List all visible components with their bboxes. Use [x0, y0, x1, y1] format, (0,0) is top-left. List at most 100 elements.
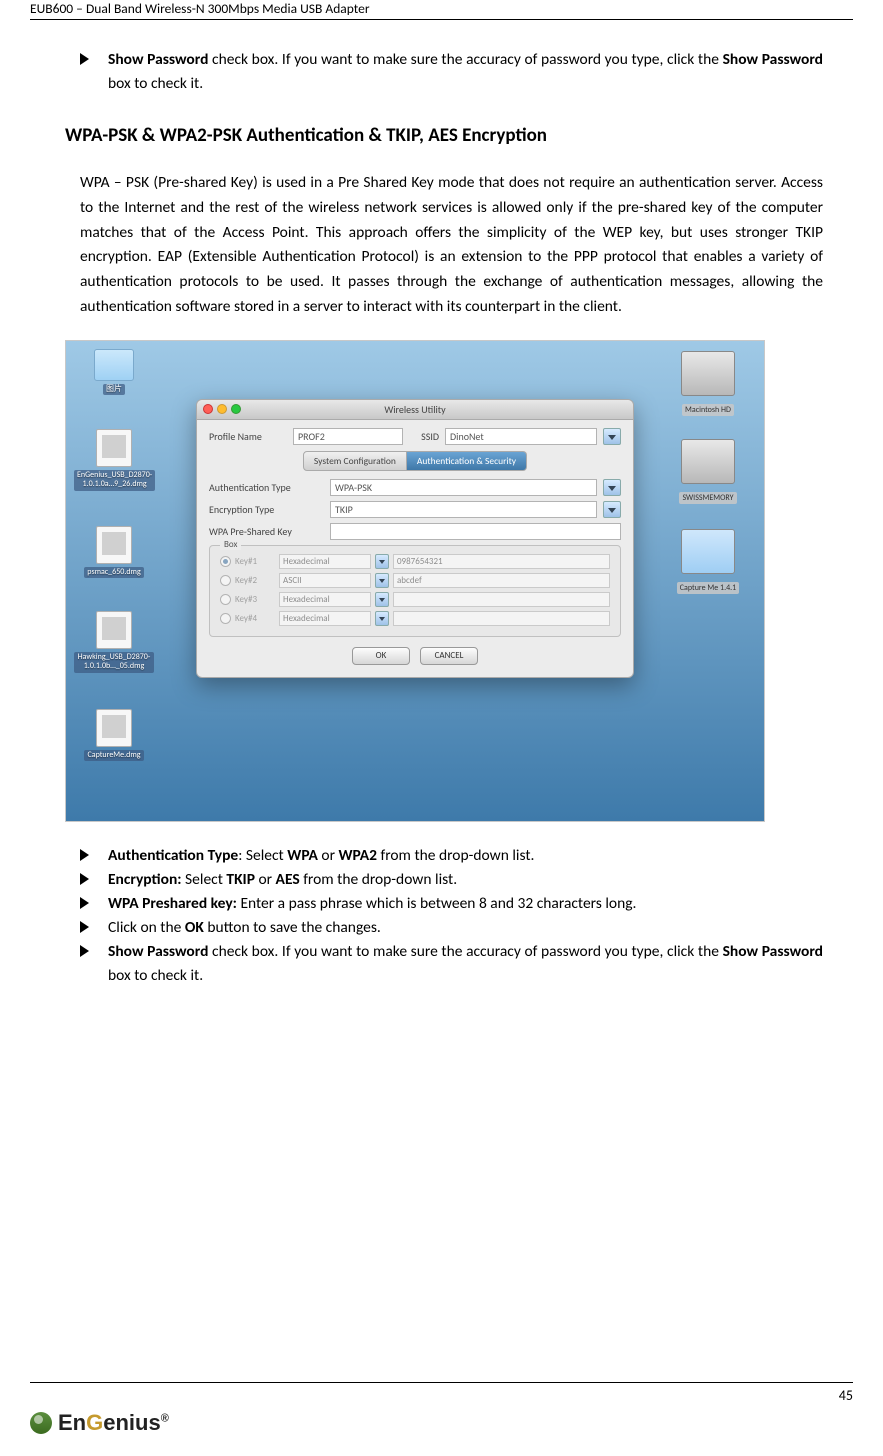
- text: from the drop-down list.: [377, 846, 534, 865]
- key-mode-dropdown-button[interactable]: [375, 592, 389, 607]
- wireless-utility-dialog: Wireless Utility Profile Name PROF2 SSID…: [196, 399, 634, 678]
- text: Select: [182, 870, 227, 889]
- wep-key-row: Key#2 ASCII abcdef: [220, 573, 610, 588]
- dmg-icon: [96, 709, 132, 747]
- minimize-icon[interactable]: [217, 404, 227, 414]
- key-mode-select[interactable]: Hexadecimal: [279, 554, 371, 569]
- enc-dropdown-button[interactable]: [603, 501, 621, 518]
- embedded-screenshot: 图片 EnGenius_USB_D2870-1.0.1.0a…9_26.dmg …: [65, 340, 765, 822]
- key-mode-select[interactable]: ASCII: [279, 573, 371, 588]
- desktop-dmg-icon[interactable]: Hawking_USB_D2870-1.0.1.0b…_05.dmg: [74, 611, 154, 673]
- desktop-drive-icon[interactable]: SWISSMEMORY: [658, 439, 758, 505]
- key-mode-dropdown-button[interactable]: [375, 573, 389, 588]
- psk-field[interactable]: [330, 523, 621, 540]
- desktop-dmg-icon[interactable]: psmac_650.dmg: [74, 526, 154, 579]
- logo-part: G: [86, 1410, 103, 1435]
- text: Enter a pass phrase which is between 8 a…: [237, 894, 637, 913]
- wep-key-box: Box Key#1Hexadecimal0987654321Key#2ASCII…: [209, 545, 621, 637]
- profile-name-label: Profile Name: [209, 430, 287, 443]
- bullet-encryption: Encryption: Select TKIP or AES from the …: [80, 868, 823, 892]
- bold-text: WPA Preshared key:: [108, 894, 237, 913]
- icon-label: Macintosh HD: [682, 404, 734, 416]
- dmg-icon: [96, 611, 132, 649]
- text: button to save the changes.: [204, 918, 381, 937]
- key-mode-dropdown-button[interactable]: [375, 611, 389, 626]
- bold-text: OK: [185, 918, 204, 937]
- icon-label: CaptureMe.dmg: [84, 750, 143, 762]
- text: from the drop-down list.: [300, 870, 457, 889]
- wep-key-row: Key#1 Hexadecimal 0987654321: [220, 554, 610, 569]
- psk-row: WPA Pre-Shared Key: [209, 523, 621, 540]
- tab-auth-security[interactable]: Authentication & Security: [407, 451, 527, 471]
- auth-dropdown-button[interactable]: [603, 479, 621, 496]
- key-label: Key#2: [235, 575, 275, 586]
- text: box to check it.: [108, 966, 203, 985]
- cancel-button[interactable]: CANCEL: [420, 647, 478, 665]
- hdd-icon: [681, 351, 735, 396]
- icon-label: 图片: [103, 384, 125, 396]
- key-value-input[interactable]: abcdef: [393, 573, 610, 588]
- key-radio[interactable]: [220, 613, 231, 624]
- document-header: EUB600 – Dual Band Wireless-N 300Mbps Me…: [30, 0, 853, 20]
- dialog-titlebar[interactable]: Wireless Utility: [197, 400, 633, 420]
- tab-system-config[interactable]: System Configuration: [303, 451, 407, 471]
- key-mode-select[interactable]: Hexadecimal: [279, 611, 371, 626]
- top-bullet-list: Show Password check box. If you want to …: [80, 48, 823, 96]
- bold-text: TKIP: [226, 870, 255, 889]
- key-value-input[interactable]: [393, 592, 610, 607]
- auth-type-label: Authentication Type: [209, 481, 324, 494]
- text: Click on the: [108, 918, 185, 937]
- profile-ssid-row: Profile Name PROF2 SSID DinoNet: [209, 428, 621, 445]
- bullet-show-password-top: Show Password check box. If you want to …: [80, 48, 823, 96]
- ok-button[interactable]: OK: [352, 647, 410, 665]
- key-value-input[interactable]: 0987654321: [393, 554, 610, 569]
- ssid-dropdown-button[interactable]: [603, 428, 621, 445]
- dmg-icon: [96, 526, 132, 564]
- bold-text: Encryption:: [108, 870, 182, 889]
- brand-logo: EnGenius®: [30, 1410, 853, 1436]
- logo-reg: ®: [161, 1413, 169, 1425]
- desktop-folder-icon[interactable]: 图片: [74, 349, 154, 396]
- dialog-buttons: OK CANCEL: [209, 647, 621, 665]
- desktop-folder-icon[interactable]: Capture Me 1.4.1: [658, 529, 758, 595]
- key-radio[interactable]: [220, 556, 231, 567]
- desktop-dmg-icon[interactable]: EnGenius_USB_D2870-1.0.1.0a…9_26.dmg: [74, 429, 154, 491]
- logo-part: En: [58, 1410, 86, 1435]
- key-mode-select[interactable]: Hexadecimal: [279, 592, 371, 607]
- key-mode-dropdown-button[interactable]: [375, 554, 389, 569]
- text: check box. If you want to make sure the …: [208, 50, 722, 69]
- text: : Select: [238, 846, 287, 865]
- key-value-input[interactable]: [393, 611, 610, 626]
- logo-text: EnGenius®: [58, 1410, 169, 1436]
- dialog-body: Profile Name PROF2 SSID DinoNet System C…: [197, 420, 633, 677]
- desktop-drive-icon[interactable]: Macintosh HD: [658, 351, 758, 417]
- key-label: Key#1: [235, 556, 275, 567]
- key-radio[interactable]: [220, 594, 231, 605]
- text: check box. If you want to make sure the …: [208, 942, 722, 961]
- key-radio[interactable]: [220, 575, 231, 586]
- enc-type-select[interactable]: TKIP: [330, 501, 597, 518]
- folder-icon: [681, 529, 735, 574]
- bold-text: Show Password: [108, 50, 208, 69]
- close-icon[interactable]: [203, 404, 213, 414]
- auth-type-select[interactable]: WPA-PSK: [330, 479, 597, 496]
- desktop-dmg-icon[interactable]: CaptureMe.dmg: [74, 709, 154, 762]
- icon-label: Hawking_USB_D2870-1.0.1.0b…_05.dmg: [74, 652, 154, 673]
- bold-text: Show Password: [723, 942, 823, 961]
- logo-icon: [30, 1412, 52, 1434]
- page-number: 45: [30, 1387, 853, 1404]
- bullet-show-password: Show Password check box. If you want to …: [80, 940, 823, 988]
- folder-icon: [94, 349, 134, 381]
- icon-label: Capture Me 1.4.1: [677, 582, 739, 594]
- hdd-icon: [681, 439, 735, 484]
- bold-text: Show Password: [723, 50, 823, 69]
- key-label: Key#4: [235, 613, 275, 624]
- zoom-icon[interactable]: [231, 404, 241, 414]
- ssid-field[interactable]: DinoNet: [445, 428, 597, 445]
- ssid-label: SSID: [409, 430, 439, 443]
- profile-name-field[interactable]: PROF2: [293, 428, 403, 445]
- text: box to check it.: [108, 74, 203, 93]
- mac-desktop: 图片 EnGenius_USB_D2870-1.0.1.0a…9_26.dmg …: [66, 341, 764, 821]
- page-footer: 45 EnGenius®: [30, 1382, 853, 1436]
- wep-key-row: Key#4 Hexadecimal: [220, 611, 610, 626]
